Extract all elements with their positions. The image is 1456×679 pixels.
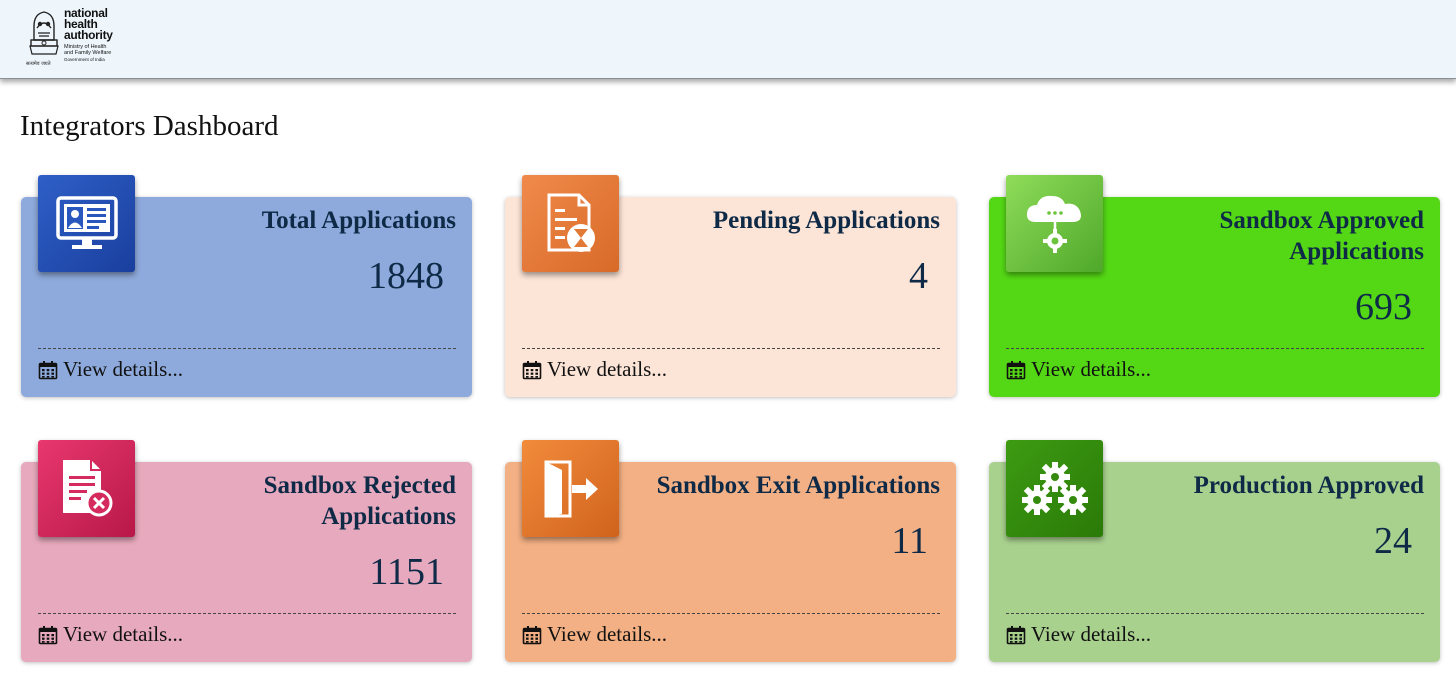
logo-text-authority: authority	[64, 28, 113, 42]
calendar-icon	[38, 625, 58, 645]
document-rejected-icon	[38, 440, 135, 537]
card-production-approved: Production Approved 24 View details...	[989, 440, 1440, 662]
view-details-label: View details...	[547, 622, 668, 646]
cloud-gear-icon	[1006, 175, 1103, 272]
view-details-link[interactable]: View details...	[1006, 622, 1151, 647]
card-title: Total Applications	[261, 207, 456, 234]
view-details-label: View details...	[1031, 357, 1152, 381]
document-hourglass-icon	[522, 175, 619, 272]
card-value: 24	[1374, 520, 1412, 562]
card-value: 1848	[368, 255, 444, 297]
card-title: Production Approved	[1193, 472, 1424, 499]
view-details-link[interactable]: View details...	[522, 622, 667, 647]
logo-government: Government of India	[64, 57, 105, 62]
calendar-icon	[38, 360, 58, 380]
card-divider	[1006, 348, 1424, 349]
card-sandbox-exit-applications: Sandbox Exit Applications 11 View detail…	[505, 440, 956, 662]
card-divider	[522, 348, 940, 349]
card-divider	[1006, 613, 1424, 614]
top-header: national health authority Ministry of He…	[0, 0, 1456, 79]
view-details-label: View details...	[547, 357, 668, 381]
calendar-icon	[522, 360, 542, 380]
calendar-icon	[1006, 360, 1026, 380]
logo-motto: सत्यमेव जयते	[26, 61, 51, 67]
card-sandbox-approved-applications: Sandbox Approved Applications 693 View d…	[989, 175, 1440, 397]
card-value: 693	[1355, 286, 1412, 328]
view-details-link[interactable]: View details...	[522, 357, 667, 382]
card-value: 11	[891, 520, 928, 562]
nha-logo[interactable]: national health authority Ministry of He…	[26, 6, 146, 70]
view-details-label: View details...	[63, 357, 184, 381]
computer-user-icon	[38, 175, 135, 272]
view-details-link[interactable]: View details...	[38, 622, 183, 647]
card-value: 1151	[369, 551, 444, 593]
card-total-applications: Total Applications 1848 View details...	[21, 175, 472, 397]
view-details-label: View details...	[1031, 622, 1152, 646]
page-title: Integrators Dashboard	[20, 110, 279, 142]
card-value: 4	[909, 255, 928, 297]
logo-ministry-line2: and Family Welfare	[64, 50, 112, 56]
view-details-link[interactable]: View details...	[1006, 357, 1151, 382]
card-title: Pending Applications	[712, 207, 940, 234]
card-divider	[38, 613, 456, 614]
gears-icon	[1006, 440, 1103, 537]
view-details-link[interactable]: View details...	[38, 357, 183, 382]
card-pending-applications: Pending Applications 4 View details...	[505, 175, 956, 397]
calendar-icon	[522, 625, 542, 645]
card-title: Sandbox Rejected Applications	[263, 472, 456, 530]
card-divider	[522, 613, 940, 614]
card-title: Sandbox Approved Applications	[1219, 207, 1425, 265]
card-sandbox-rejected-applications: Sandbox Rejected Applications 1151 View …	[21, 440, 472, 662]
exit-door-icon	[522, 440, 619, 537]
calendar-icon	[1006, 625, 1026, 645]
card-divider	[38, 348, 456, 349]
card-title: Sandbox Exit Applications	[656, 472, 940, 499]
view-details-label: View details...	[63, 622, 184, 646]
national-emblem-icon	[29, 11, 59, 55]
